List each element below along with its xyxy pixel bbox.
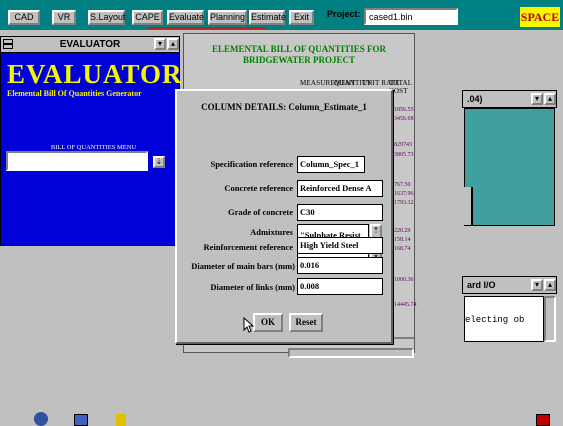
- diameter-main-bars-label: Diameter of main bars (mm): [191, 261, 295, 271]
- grade-of-concrete-label: Grade of concrete: [228, 207, 293, 217]
- app-folder-icon[interactable]: [116, 414, 126, 426]
- maximize-icon[interactable]: ▴: [167, 38, 179, 50]
- evaluator-titlebar: EVALUATOR ▾ ▴: [1, 37, 179, 53]
- dialog-title: COLUMN DETAILS: Column_Estimate_1: [201, 102, 367, 112]
- bill-of-quantities-menu-select[interactable]: [6, 151, 148, 171]
- cost-value: 1793.32: [394, 200, 414, 206]
- preview-structure: [463, 187, 473, 225]
- side-select-box[interactable]: .04) ▾ ▴: [462, 90, 557, 108]
- minimize-icon[interactable]: ▾: [531, 279, 543, 291]
- active-underline: [148, 27, 266, 29]
- cost-value: 14445.74: [394, 302, 417, 308]
- evaluator-window: EVALUATOR ▾ ▴ EVALUATOR Elemental Bill O…: [0, 36, 183, 246]
- document-horizontal-scrollbar[interactable]: [288, 348, 414, 358]
- dropdown-arrow-icon[interactable]: ⇣: [153, 156, 165, 168]
- estimate-button[interactable]: Estimate: [249, 10, 286, 25]
- diameter-links-label: Diameter of links (mm): [210, 282, 295, 292]
- bill-document-title: ELEMENTAL BILL OF QUANTITIES FOR BRIDGEW…: [211, 44, 387, 65]
- io-text-area[interactable]: electing ob: [464, 296, 544, 342]
- exit-button[interactable]: Exit: [289, 10, 314, 25]
- cost-value: 3805.73: [394, 152, 414, 158]
- app-window-icon[interactable]: [74, 414, 88, 426]
- side-preview-area: [463, 108, 555, 226]
- diameter-links-field[interactable]: 0.008: [297, 278, 383, 295]
- specification-reference-label: Specification reference: [210, 159, 293, 169]
- vr-button[interactable]: VR: [52, 10, 76, 25]
- system-menu-bar: [4, 43, 12, 45]
- ok-button[interactable]: OK: [253, 313, 283, 332]
- maximize-icon[interactable]: ▴: [544, 93, 556, 105]
- keyboard-io-window: ard I/O ▾ ▴ electing ob: [462, 272, 557, 352]
- diameter-main-bars-field[interactable]: 0.016: [297, 257, 383, 274]
- app-globe-icon[interactable]: [34, 412, 48, 426]
- cost-value: 3456.68: [394, 116, 414, 122]
- cost-value: 1856.55: [394, 107, 414, 113]
- concrete-reference-label: Concrete reference: [224, 183, 293, 193]
- cad-button[interactable]: CAD: [8, 10, 40, 25]
- maximize-icon[interactable]: ▴: [544, 279, 556, 291]
- minimize-icon[interactable]: ▾: [154, 38, 166, 50]
- bill-of-quantities-menu-label: BILL OF QUANTITIES MENU: [50, 144, 137, 151]
- evaluate-button[interactable]: Evaluate: [167, 10, 204, 25]
- cost-value: 168.74: [394, 246, 411, 252]
- evaluator-subtitle: Elemental Bill Of Quantities Generator: [7, 89, 142, 98]
- reset-button[interactable]: Reset: [289, 313, 323, 332]
- cost-value: 158.14: [394, 237, 411, 243]
- io-title: ard I/O: [467, 280, 496, 290]
- close-icon[interactable]: [536, 414, 550, 426]
- mouse-pointer-icon: [243, 317, 255, 333]
- admixtures-label: Admixtures: [250, 227, 293, 237]
- cape-button[interactable]: CAPE: [132, 10, 163, 25]
- specification-reference-field[interactable]: Column_Spec_1: [297, 156, 365, 173]
- cost-value: 829743: [394, 142, 412, 148]
- project-name-field[interactable]: cased1.bin: [364, 8, 458, 25]
- side-select-label: .04): [467, 94, 483, 104]
- grade-of-concrete-field[interactable]: C30: [297, 204, 383, 221]
- evaluator-heading: EVALUATOR: [7, 59, 183, 89]
- reinforcement-reference-label: Reinforcement reference: [203, 242, 293, 252]
- cost-value: 220.29: [394, 228, 411, 234]
- concrete-reference-field[interactable]: Reinforced Dense A: [297, 180, 383, 197]
- top-toolbar: CAD VR S.Layout CAPE Evaluate Planning E…: [0, 0, 563, 30]
- cost-value: 767.50: [394, 182, 411, 188]
- dropdown-arrow-icon[interactable]: ▾: [531, 93, 543, 105]
- cost-value: 1000.36: [394, 277, 414, 283]
- reinforcement-reference-field[interactable]: High Yield Steel: [297, 237, 383, 254]
- bottom-taskbar: [30, 414, 300, 426]
- cost-value: 1637.96: [394, 191, 414, 197]
- s-layout-button[interactable]: S.Layout: [88, 10, 126, 25]
- io-vertical-scrollbar[interactable]: [544, 296, 556, 342]
- space-logo: SPACE: [520, 7, 560, 27]
- project-label: Project:: [327, 9, 361, 19]
- evaluator-window-title: EVALUATOR: [59, 39, 121, 50]
- column-details-dialog: COLUMN DETAILS: Column_Estimate_1 Specif…: [175, 89, 393, 344]
- planning-button[interactable]: Planning: [208, 10, 247, 25]
- io-titlebar: ard I/O ▾ ▴: [462, 276, 557, 294]
- scroll-up-icon[interactable]: ⇡: [372, 226, 380, 236]
